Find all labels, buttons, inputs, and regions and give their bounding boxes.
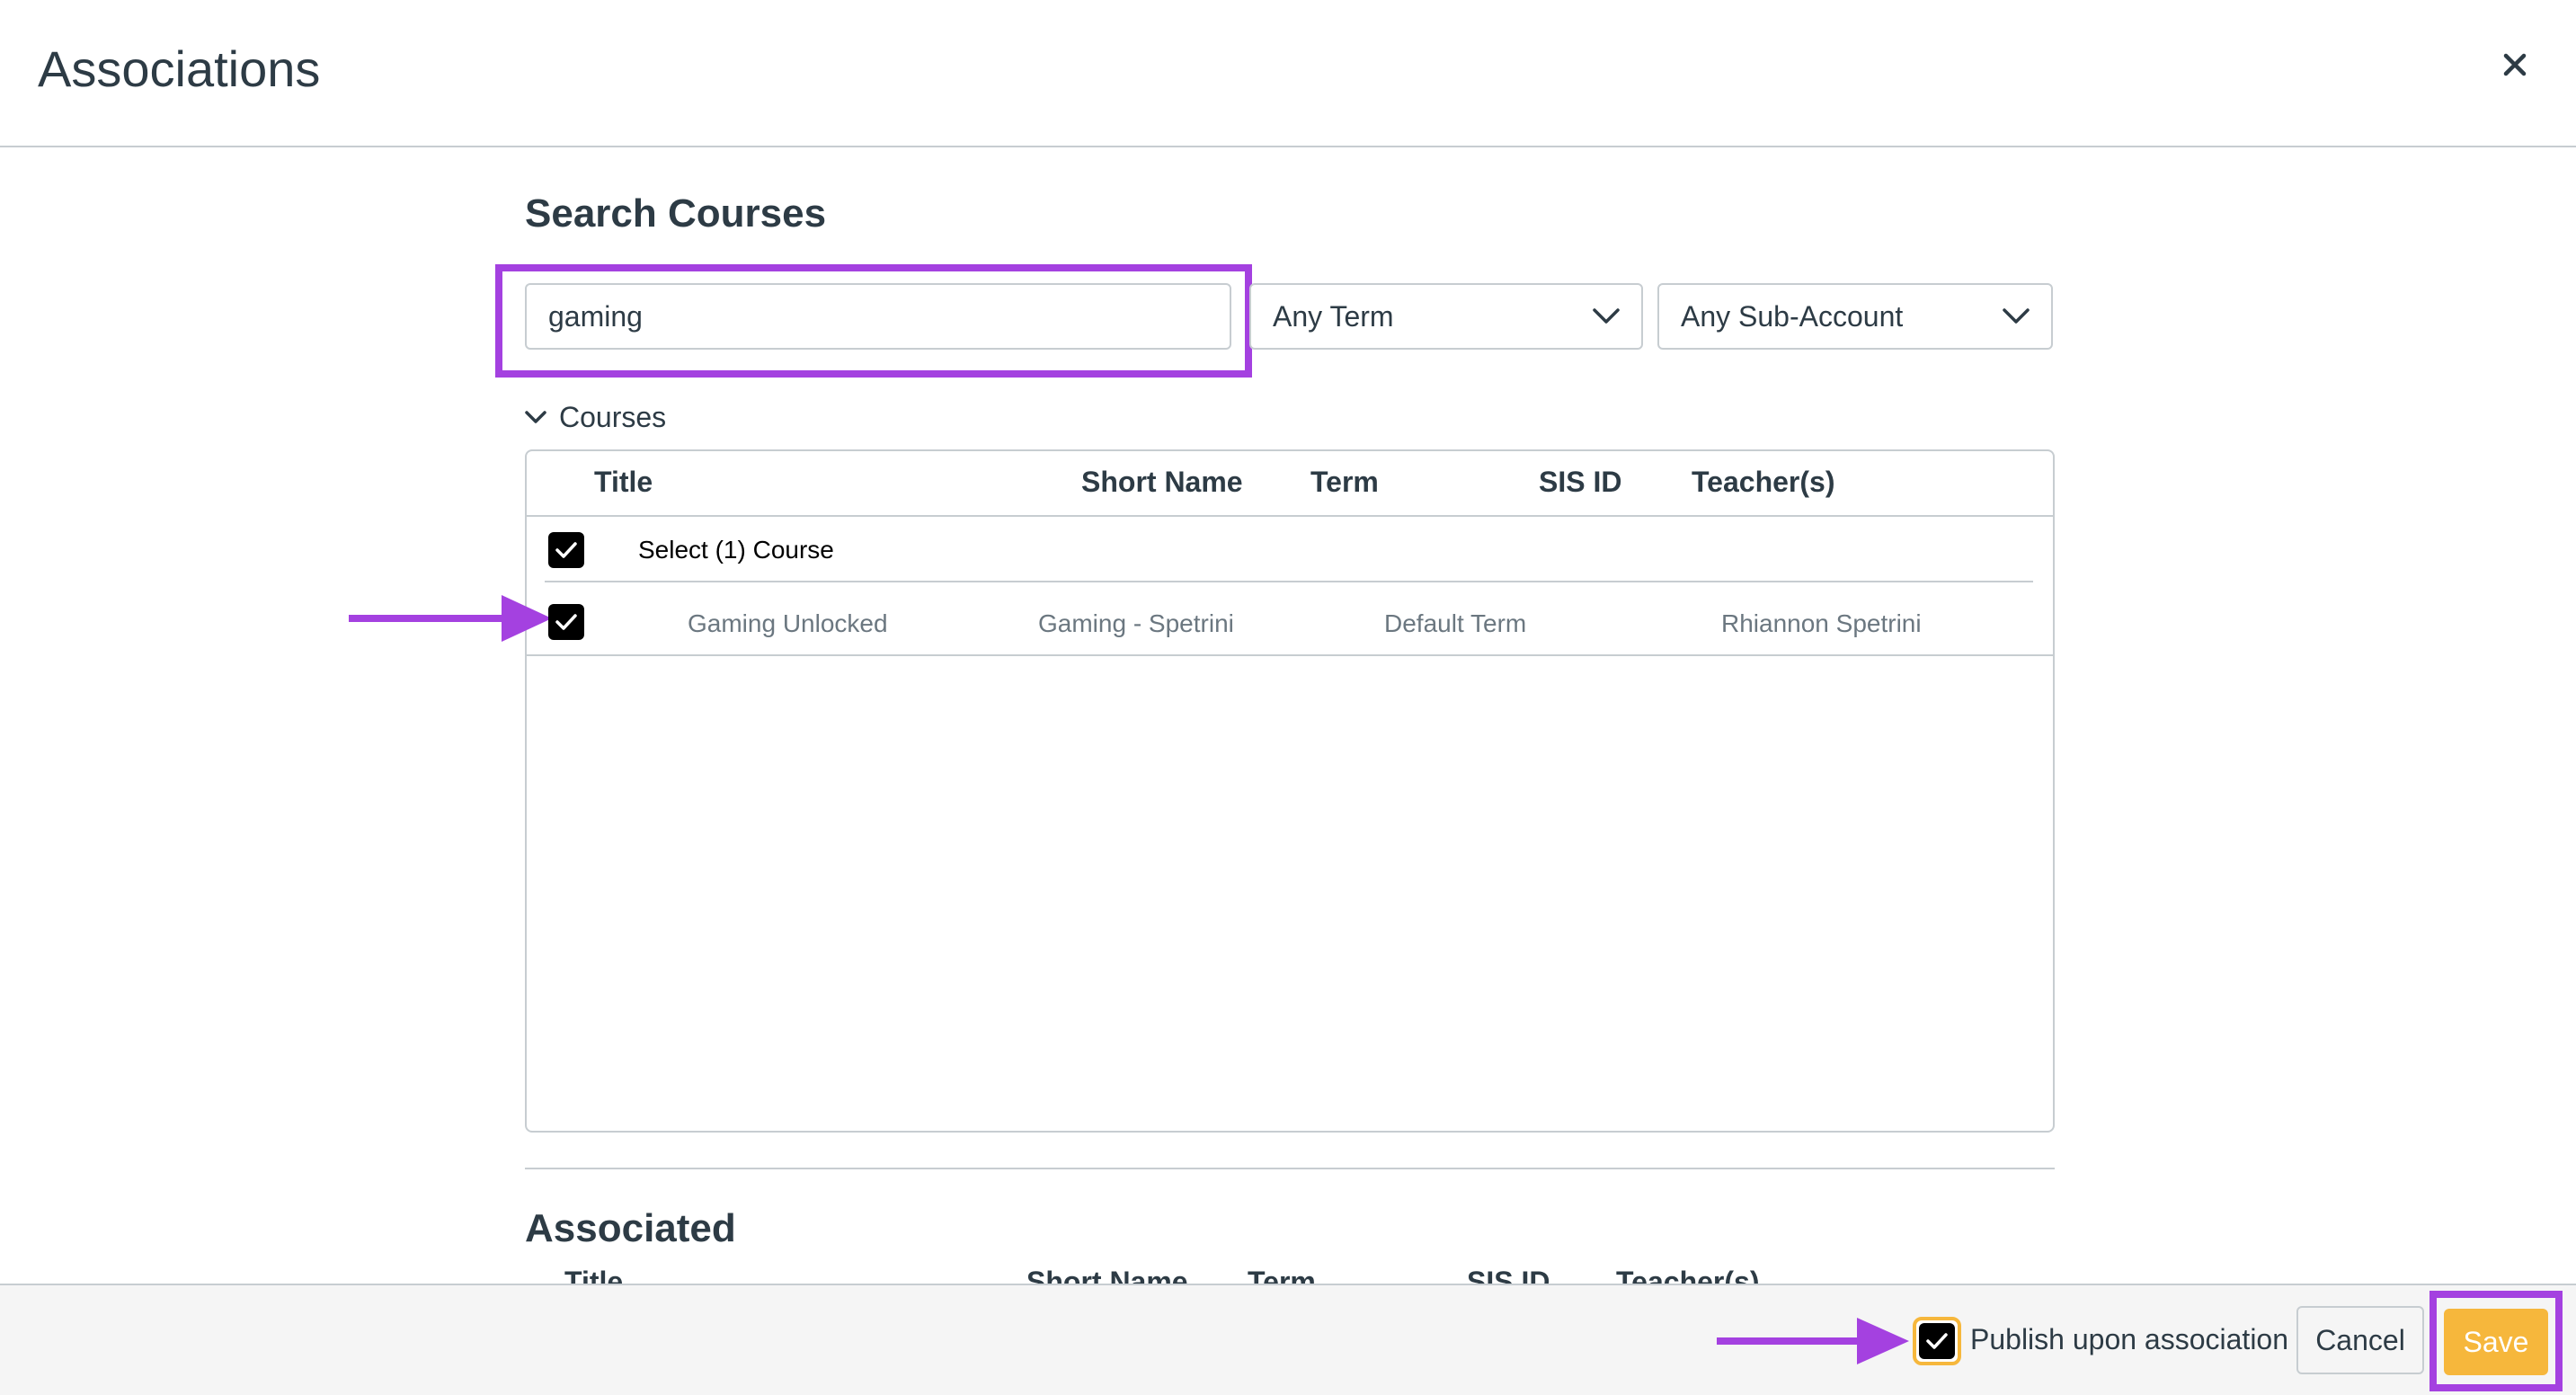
course-title-cell: Gaming Unlocked [688, 609, 888, 637]
checkmark-icon [555, 614, 577, 630]
column-header-term: Term [1310, 466, 1379, 498]
course-short-name-cell: Gaming - Spetrini [1038, 609, 1234, 637]
close-button[interactable] [2492, 41, 2538, 88]
publish-checkbox[interactable] [1919, 1323, 1955, 1359]
cancel-button[interactable]: Cancel [2296, 1306, 2424, 1374]
course-term-cell: Default Term [1384, 609, 1527, 637]
column-header-short-name: Short Name [1081, 466, 1243, 498]
subaccount-select[interactable]: Any Sub-Account [1657, 283, 2053, 350]
row-divider [527, 654, 2053, 656]
courses-toggle[interactable]: Courses [525, 401, 666, 434]
publish-checkbox-label: Publish upon association [1970, 1323, 2289, 1355]
courses-toggle-label: Courses [559, 401, 667, 433]
search-input[interactable] [525, 283, 1231, 350]
checkmark-icon [555, 542, 577, 558]
column-header-sis-id: SIS ID [1539, 466, 1622, 498]
annotation-arrow-shaft [349, 615, 507, 622]
term-select-value: Any Term [1273, 299, 1394, 333]
checkmark-icon [1926, 1333, 1948, 1349]
subaccount-select-value: Any Sub-Account [1681, 299, 1904, 333]
header-divider [527, 515, 2053, 517]
term-select[interactable]: Any Term [1249, 283, 1643, 350]
chevron-down-icon [525, 410, 546, 423]
chevron-down-icon [1593, 308, 1620, 324]
chevron-down-icon [2003, 308, 2030, 324]
section-divider [525, 1168, 2055, 1169]
close-icon [2503, 53, 2527, 76]
column-header-title: Title [594, 466, 653, 498]
select-all-checkbox[interactable] [548, 532, 584, 568]
course-row-checkbox[interactable] [548, 604, 584, 640]
modal-title: Associations [38, 40, 321, 97]
course-teachers-cell: Rhiannon Spetrini [1721, 609, 1922, 637]
search-courses-heading: Search Courses [525, 191, 827, 235]
select-all-label: Select (1) Course [638, 536, 834, 564]
column-header-teachers: Teacher(s) [1692, 466, 1835, 498]
associated-heading: Associated [525, 1206, 736, 1250]
modal-header [0, 0, 2576, 147]
row-divider [545, 581, 2033, 582]
arrow-right-icon [1857, 1318, 1909, 1364]
arrow-right-icon [502, 595, 552, 642]
save-button[interactable]: Save [2444, 1309, 2548, 1375]
annotation-arrow-shaft [1717, 1337, 1861, 1345]
